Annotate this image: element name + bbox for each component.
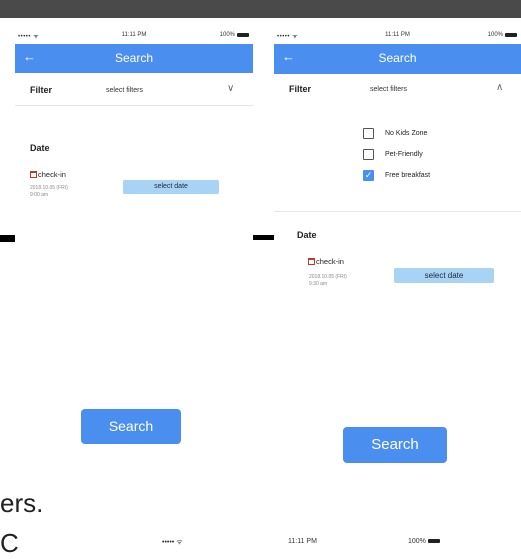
connector-bar-left [0,235,15,242]
status-bar: ••••• ᯤ 11:11 PM 100% [274,28,521,44]
option-label: Pet-Friendly [385,151,423,158]
select-date-button[interactable]: select date [394,268,494,283]
checkbox-pet-friendly[interactable] [363,149,374,160]
battery-indicator: 100% [220,32,249,38]
battery-indicator: 100% [488,32,517,38]
battery-percent: 100% [219,32,235,38]
filter-value: select filters [106,87,143,94]
filter-row[interactable]: Filter select filters ∧ [274,74,521,106]
checkin-date: 2018.10.05 (FRI) [309,274,347,280]
page-text-fragment: ers. [0,488,44,518]
battery-indicator: 100% [408,538,440,545]
chevron-up-icon[interactable]: ∧ [496,82,503,93]
phone-screen-expanded: ••••• ᯤ 11:11 PM 100% ← Search Filter se… [274,28,521,480]
status-time: 11:11 PM [121,32,147,38]
nav-title: Search [378,51,417,65]
checkin-label: check-in [308,257,344,266]
date-heading: Date [297,230,317,240]
battery-percent: 100% [487,32,503,38]
filter-label: Filter [30,85,53,95]
calendar-icon [308,258,315,265]
checkmark-icon: ✓ [364,170,373,180]
battery-icon [505,33,517,37]
signal-icon: ••••• ᯤ [162,539,183,546]
checkbox-no-kids-zone[interactable] [363,128,374,139]
option-label: Free breakfast [385,172,431,179]
checkin-text: check-in [316,257,344,266]
status-bar: ••••• ᯤ 11:11 PM 100% [15,28,253,44]
option-label: No Kids Zone [385,130,428,137]
window-top-bar [0,0,521,18]
checkin-date: 2018.10.05 (FRI) [30,185,68,191]
battery-icon [427,539,440,544]
filter-label: Filter [289,84,312,94]
divider [15,105,253,106]
battery-percent: 100% [408,538,426,545]
filter-value: select filters [370,86,407,93]
checkin-time: 9:30 am [309,281,328,287]
search-button[interactable]: Search [343,427,447,463]
select-date-button[interactable]: select date [123,180,219,194]
checkin-label: check-in [30,170,66,179]
status-time: 11:11 PM [288,538,317,545]
calendar-icon [30,171,37,178]
status-time: 11:11 PM [385,32,410,38]
phone-screen-collapsed: ••••• ᯤ 11:11 PM 100% ← Search Filter se… [15,28,253,460]
nav-title: Search [114,51,154,65]
checkin-time: 9:00 am [30,192,49,198]
nav-bar: ← Search [15,44,253,73]
date-heading: Date [30,143,50,153]
battery-icon [237,33,249,37]
chevron-down-icon[interactable]: ∨ [227,83,234,94]
option-pet-friendly[interactable]: Pet-Friendly [363,144,430,165]
option-free-breakfast[interactable]: ✓ Free breakfast [363,165,430,186]
nav-bar: ← Search [274,44,521,74]
filter-row[interactable]: Filter select filters ∨ [15,73,253,105]
checkbox-free-breakfast[interactable]: ✓ [363,170,374,181]
option-no-kids-zone[interactable]: No Kids Zone [363,123,430,144]
connector-bar-middle [253,235,275,240]
checkin-text: check-in [38,170,66,179]
divider [274,211,521,212]
page-text-fragment-2: C [0,528,19,558]
filter-options: No Kids Zone Pet-Friendly ✓ Free breakfa… [363,123,430,186]
search-button[interactable]: Search [81,409,181,444]
